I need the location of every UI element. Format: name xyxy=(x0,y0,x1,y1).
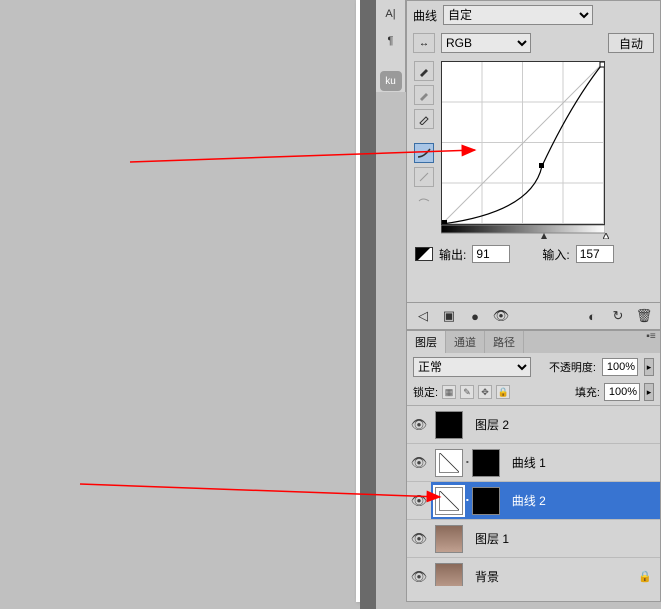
curves-preset-select[interactable]: 自定 xyxy=(443,5,593,25)
layer-name[interactable]: 图层 2 xyxy=(467,416,509,433)
link-icon[interactable]: ⬝ xyxy=(466,457,469,468)
layer-row-selected[interactable]: 👁 ⬝ 曲线 2 xyxy=(407,482,660,520)
curves-tool-column xyxy=(413,61,435,235)
text-tool-icon[interactable]: A| xyxy=(377,1,405,27)
reset-icon[interactable]: ↻ xyxy=(610,308,626,324)
gray-separator xyxy=(360,0,376,609)
tab-channels[interactable]: 通道 xyxy=(446,331,485,353)
mask-thumb[interactable] xyxy=(472,449,500,477)
eyedropper-gray-icon[interactable] xyxy=(414,85,434,105)
state-icon[interactable]: ▣ xyxy=(441,308,457,324)
lock-pixels-icon[interactable]: ✎ xyxy=(460,385,474,399)
lock-position-icon[interactable]: ✥ xyxy=(478,385,492,399)
trash-icon[interactable]: 🗑 xyxy=(636,308,652,324)
adjustment-thumb[interactable] xyxy=(435,449,463,477)
opacity-stepper[interactable]: ▸ xyxy=(644,358,654,376)
circle-icon[interactable]: ● xyxy=(467,308,483,324)
auto-button[interactable]: 自动 xyxy=(608,33,654,53)
adjustments-bar: ◁ ▣ ● 👁 ◐ ↻ 🗑 xyxy=(406,302,661,330)
link-icon[interactable]: ⬝ xyxy=(466,495,469,506)
opacity-label: 不透明度: xyxy=(549,359,596,375)
fill-label: 填充: xyxy=(575,384,600,400)
curves-grid[interactable] xyxy=(441,61,605,225)
layer-thumb[interactable] xyxy=(435,411,463,439)
visibility-icon[interactable]: 👁 xyxy=(407,569,431,585)
lock-all-icon[interactable]: 🔒 xyxy=(496,385,510,399)
layer-row[interactable]: 👁 图层 1 xyxy=(407,520,660,558)
lock-label: 锁定: xyxy=(413,384,438,400)
layers-list[interactable]: 👁 图层 2 👁 ⬝ 曲线 1 👁 ⬝ 曲线 2 👁 图层 xyxy=(407,406,660,586)
layer-row[interactable]: 👁 ⬝ 曲线 1 xyxy=(407,444,660,482)
eyedropper-black-icon[interactable] xyxy=(414,61,434,81)
layers-panel: 图层 通道 路径 ▪≡ 正常 不透明度: ▸ 锁定: ▦ ✎ ✥ 🔒 填充: ▸… xyxy=(406,330,661,602)
blend-mode-select[interactable]: 正常 xyxy=(413,357,531,377)
tab-layers[interactable]: 图层 xyxy=(407,331,446,353)
opacity-input[interactable] xyxy=(602,358,638,376)
adjustment-thumb[interactable] xyxy=(435,487,463,515)
visibility-icon[interactable]: 👁 xyxy=(407,482,431,519)
curves-panel: 曲线 自定 ↔ RGB 自动 xyxy=(406,0,661,310)
layer-thumb[interactable] xyxy=(435,563,463,587)
curve-point-tool[interactable] xyxy=(414,143,434,163)
layer-name[interactable]: 曲线 1 xyxy=(504,454,546,471)
curve-options-icon[interactable] xyxy=(414,191,434,211)
panel-tabs: 图层 通道 路径 ▪≡ xyxy=(407,331,660,353)
paragraph-icon[interactable]: ¶ xyxy=(377,28,405,54)
lock-icon: 🔒 xyxy=(638,570,652,583)
layer-name[interactable]: 背景 xyxy=(467,568,499,585)
eye-icon[interactable]: 👁 xyxy=(493,308,509,324)
curves-preset-label: 曲线 xyxy=(413,7,437,24)
layer-thumb[interactable] xyxy=(435,525,463,553)
input-input[interactable] xyxy=(576,245,614,263)
input-label: 输入: xyxy=(542,246,569,263)
output-label: 输出: xyxy=(439,246,466,263)
visibility-icon[interactable]: 👁 xyxy=(407,417,431,433)
lock-transparent-icon[interactable]: ▦ xyxy=(442,385,456,399)
output-input[interactable] xyxy=(472,245,510,263)
clip-icon[interactable]: ◐ xyxy=(584,308,600,324)
layer-name[interactable]: 图层 1 xyxy=(467,530,509,547)
layer-name[interactable]: 曲线 2 xyxy=(504,492,546,509)
fill-stepper[interactable]: ▸ xyxy=(644,383,654,401)
layer-row[interactable]: 👁 背景 🔒 xyxy=(407,558,660,586)
mask-thumb[interactable] xyxy=(472,487,500,515)
back-icon[interactable]: ◁ xyxy=(415,308,431,324)
clip-toggle-icon[interactable] xyxy=(415,247,433,261)
fill-input[interactable] xyxy=(604,383,640,401)
eyedropper-white-icon[interactable] xyxy=(414,109,434,129)
curve-pencil-tool[interactable] xyxy=(414,167,434,187)
panel-menu-icon[interactable]: ▪≡ xyxy=(642,331,660,353)
scrubby-icon[interactable]: ↔ xyxy=(413,33,435,53)
ku-button[interactable]: ku xyxy=(380,71,402,91)
channel-select[interactable]: RGB xyxy=(441,33,531,53)
tab-paths[interactable]: 路径 xyxy=(485,331,524,353)
canvas-area[interactable] xyxy=(0,0,356,602)
visibility-icon[interactable]: 👁 xyxy=(407,531,431,547)
visibility-icon[interactable]: 👁 xyxy=(407,455,431,471)
layer-row[interactable]: 👁 图层 2 xyxy=(407,406,660,444)
vertical-toolbar: A| ¶ ku xyxy=(376,0,406,92)
